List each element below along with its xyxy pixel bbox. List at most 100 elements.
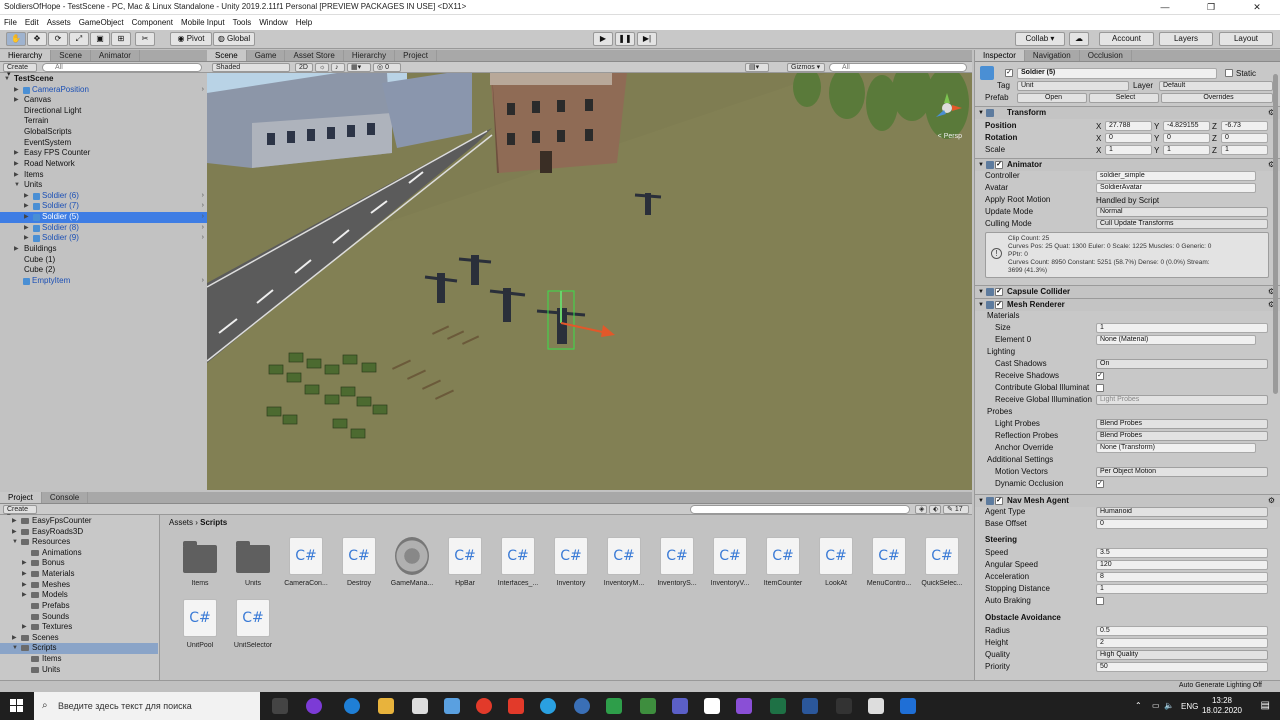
expand-arrow-icon[interactable]: ▶: [12, 516, 17, 527]
project-folder-row[interactable]: ▶ Textures: [0, 622, 158, 633]
maximize-button[interactable]: ❐: [1188, 0, 1234, 15]
project-create-dropdown[interactable]: Create ▾: [3, 505, 37, 520]
asset-item[interactable]: C# UnitPool: [175, 599, 225, 661]
expand-arrow-icon[interactable]: ▼: [4, 74, 10, 85]
scene-search-input[interactable]: All: [829, 63, 967, 72]
transform-rotation-x-field[interactable]: 0: [1105, 133, 1152, 143]
yandex-browser-icon[interactable]: [508, 698, 524, 714]
tab-game[interactable]: Game: [247, 50, 286, 61]
project-folder-row[interactable]: Animations: [0, 548, 158, 559]
asset-item[interactable]: Units: [228, 537, 278, 599]
inspector-scrollbar[interactable]: [1273, 74, 1278, 394]
hierarchy-row[interactable]: ▶ Buildings: [0, 244, 207, 255]
expand-arrow-icon[interactable]: ▶: [22, 622, 27, 633]
hierarchy-row[interactable]: ▶ Soldier (9) ›: [0, 233, 207, 244]
cast-shadows-dropdown[interactable]: On: [1096, 359, 1268, 369]
menu-gameobject[interactable]: GameObject: [79, 15, 124, 30]
word-icon[interactable]: [802, 698, 818, 714]
hierarchy-row[interactable]: Cube (1): [0, 255, 207, 266]
app-icon-5[interactable]: [836, 698, 852, 714]
collab-dropdown[interactable]: Collab ▾: [1015, 32, 1065, 46]
scene-orientation-gizmo[interactable]: [930, 91, 964, 125]
tab-inspector[interactable]: Inspector: [975, 50, 1025, 61]
telegram-icon[interactable]: [540, 698, 556, 714]
asset-item[interactable]: C# InventoryV...: [705, 537, 755, 599]
expand-arrow-icon[interactable]: ▶: [22, 580, 27, 591]
expand-arrow-icon[interactable]: ▶: [24, 191, 29, 202]
tab-scene-2[interactable]: Scene: [51, 50, 91, 61]
asset-item[interactable]: C# Interfaces_...: [493, 537, 543, 599]
camera-settings-icon[interactable]: ▤▾: [745, 63, 769, 72]
project-folder-row[interactable]: ▼ Scripts: [0, 643, 158, 655]
stopping-distance-field[interactable]: 1: [1096, 584, 1268, 594]
close-button[interactable]: ✕: [1234, 0, 1280, 15]
layout-dropdown[interactable]: Layout: [1219, 32, 1273, 46]
scale-tool-icon[interactable]: ⤢: [69, 32, 89, 46]
auto-braking-checkbox[interactable]: [1096, 597, 1104, 605]
hierarchy-row[interactable]: ▶ Soldier (7) ›: [0, 201, 207, 212]
foldout-arrow-icon[interactable]: ▼: [978, 107, 984, 119]
hierarchy-row[interactable]: GlobalScripts: [0, 127, 207, 138]
menu-component[interactable]: Component: [132, 15, 173, 30]
base-offset-field[interactable]: 0: [1096, 519, 1268, 529]
radius-field[interactable]: 0.5: [1096, 626, 1268, 636]
transform-rotation-z-field[interactable]: 0: [1221, 133, 1268, 143]
excel-icon[interactable]: [770, 698, 786, 714]
tab-project[interactable]: Project: [0, 492, 42, 503]
project-folder-row[interactable]: ▶ Scenes: [0, 633, 158, 644]
step-button[interactable]: ▶|: [637, 32, 657, 46]
edge-icon[interactable]: [344, 698, 360, 714]
transform-position-x-field[interactable]: 27.788: [1105, 121, 1152, 131]
project-folder-row[interactable]: ▶ Materials: [0, 569, 158, 580]
hierarchy-row[interactable]: ▼ TestScene: [0, 74, 207, 85]
teams-icon[interactable]: [672, 698, 688, 714]
2d-toggle[interactable]: 2D: [295, 63, 313, 72]
project-folder-row[interactable]: ▶ Models: [0, 590, 158, 601]
tag-dropdown[interactable]: Unit: [1017, 81, 1129, 91]
expand-arrow-icon[interactable]: ▶: [22, 590, 27, 601]
hierarchy-row[interactable]: EmptyItem ›: [0, 276, 207, 287]
hierarchy-row[interactable]: ▶ Soldier (5) ›: [0, 212, 207, 223]
windows-start-icon[interactable]: [10, 699, 24, 713]
gizmos-dropdown[interactable]: Gizmos ▾: [787, 63, 825, 72]
agent-type-dropdown[interactable]: Humanoid: [1096, 507, 1268, 517]
hand-tool-icon[interactable]: ✋: [6, 32, 26, 46]
tab-console[interactable]: Console: [42, 492, 89, 503]
taskbar-clock[interactable]: 13:28 18.02.2020: [1202, 696, 1242, 716]
asset-item[interactable]: C# MenuContro...: [864, 537, 914, 599]
project-search-input[interactable]: [690, 505, 910, 514]
expand-arrow-icon[interactable]: ▶: [24, 223, 29, 234]
app-icon-3[interactable]: [606, 698, 622, 714]
expand-arrow-icon[interactable]: ▶: [14, 170, 19, 181]
prefab-open-button[interactable]: Open: [1017, 93, 1087, 103]
hierarchy-row[interactable]: ▶ Soldier (6) ›: [0, 191, 207, 202]
menu-file[interactable]: File: [4, 15, 17, 30]
volume-icon[interactable]: 🔈: [1164, 701, 1174, 710]
reflection-probes-dropdown[interactable]: Blend Probes: [1096, 431, 1268, 441]
projection-label[interactable]: < Persp: [938, 133, 962, 140]
dynamic-occlusion-checkbox[interactable]: ✓: [1096, 480, 1104, 488]
menu-tools[interactable]: Tools: [233, 15, 252, 30]
hidden-packages-count[interactable]: ✎ 17: [943, 505, 969, 514]
pivot-toggle[interactable]: ◉ Pivot: [170, 32, 212, 46]
transform-scale-y-field[interactable]: 1: [1163, 145, 1210, 155]
anchor-override-field[interactable]: None (Transform): [1096, 443, 1256, 453]
avatar-field[interactable]: SoldierAvatar: [1096, 183, 1256, 193]
app-icon-1[interactable]: [306, 698, 322, 714]
tray-arrow-icon[interactable]: ⌃: [1135, 701, 1142, 710]
expand-arrow-icon[interactable]: ▼: [12, 537, 18, 548]
custom-tool-icon[interactable]: ✂: [135, 32, 155, 46]
open-prefab-arrow-icon[interactable]: ›: [202, 276, 204, 287]
tab-occlusion[interactable]: Occlusion: [1080, 50, 1132, 61]
notifications-icon[interactable]: ▤: [1261, 700, 1270, 711]
prefab-overrides-dropdown[interactable]: Overrides: [1161, 93, 1273, 103]
expand-arrow-icon[interactable]: ▶: [22, 569, 27, 580]
hierarchy-row[interactable]: ▶ Canvas: [0, 95, 207, 106]
prefab-select-button[interactable]: Select: [1089, 93, 1159, 103]
app-icon-4[interactable]: [640, 698, 656, 714]
tab-scene[interactable]: Scene: [207, 50, 247, 61]
project-folder-row[interactable]: Sounds: [0, 612, 158, 623]
project-folder-row[interactable]: Items: [0, 654, 158, 665]
culling-mode-dropdown[interactable]: Cull Update Transforms: [1096, 219, 1268, 229]
menu-window[interactable]: Window: [259, 15, 287, 30]
